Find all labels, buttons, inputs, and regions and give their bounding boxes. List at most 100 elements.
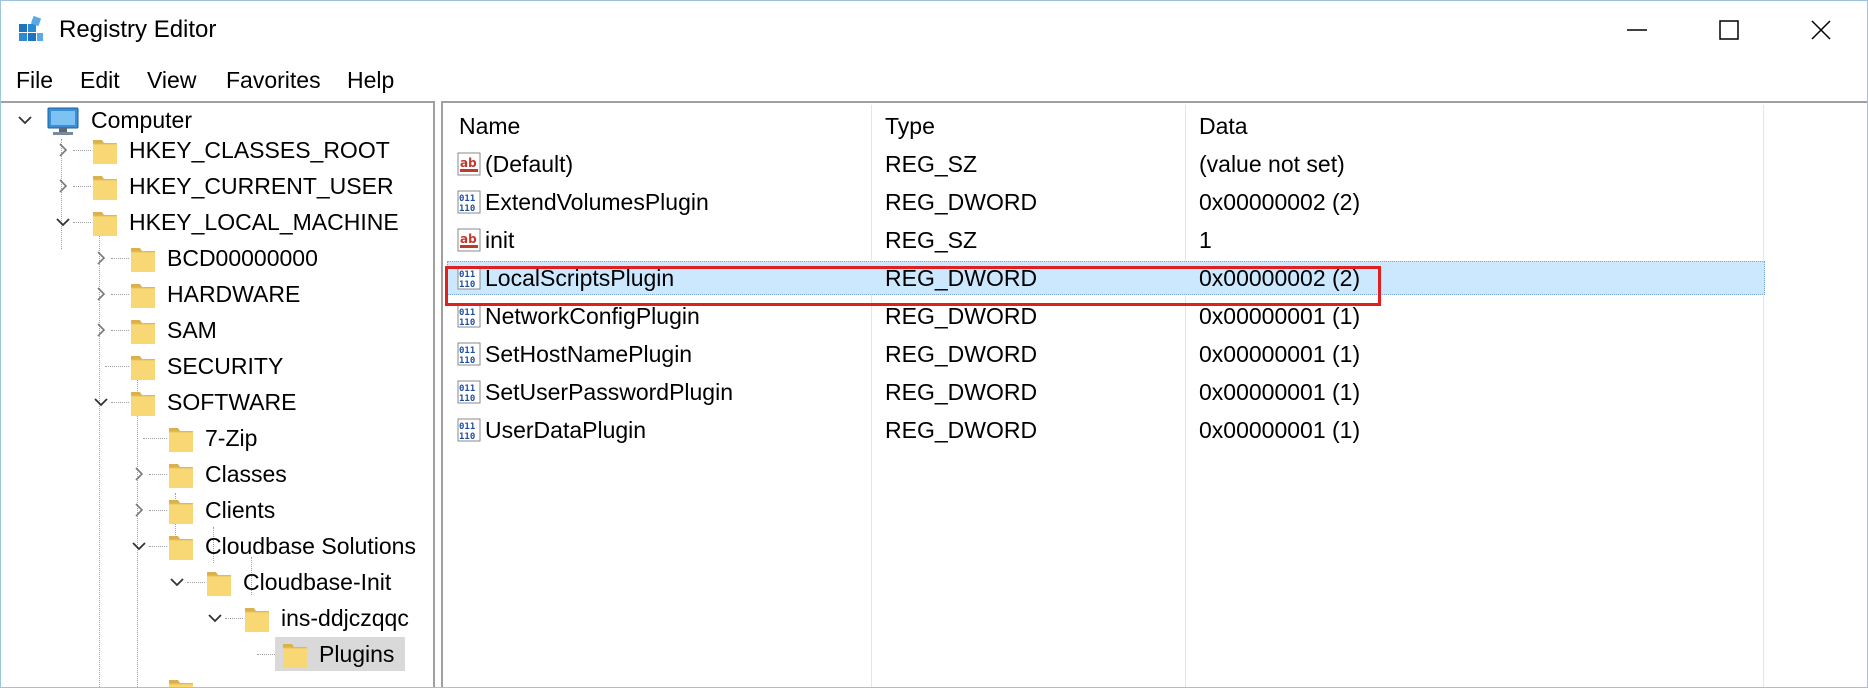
binary-value-icon	[457, 190, 481, 214]
menu-view[interactable]: View	[144, 65, 199, 95]
close-icon	[1811, 20, 1831, 40]
value-name: SetHostNamePlugin	[485, 341, 693, 367]
tree-node-cloudbase-solutions[interactable]: Cloudbase Solutions	[1, 529, 433, 563]
column-header-type[interactable]: Type	[885, 109, 935, 143]
menu-favorites[interactable]: Favorites	[223, 65, 324, 95]
tree-label: SOFTWARE	[167, 389, 297, 415]
tree-line	[187, 582, 205, 583]
tree-node-hkey-local-machine[interactable]: HKEY_LOCAL_MACHINE	[1, 205, 433, 239]
list-row[interactable]: SetUserPasswordPlugin REG_DWORD 0x000000…	[447, 375, 1765, 409]
binary-value-icon	[457, 342, 481, 366]
value-name: LocalScriptsPlugin	[485, 265, 675, 291]
tree-label: SECURITY	[167, 353, 284, 379]
tree-line	[111, 294, 129, 295]
column-header-name[interactable]: Name	[459, 109, 520, 143]
chevron-down-icon[interactable]	[131, 538, 147, 554]
tree-node-hkey-current-user[interactable]: HKEY_CURRENT_USER	[1, 169, 433, 203]
folder-icon	[205, 568, 233, 598]
folder-icon	[167, 424, 195, 454]
list-row-selected[interactable]: LocalScriptsPlugin REG_DWORD 0x00000002 …	[447, 261, 1765, 295]
tree-node-cloudbase-init[interactable]: Cloudbase-Init	[1, 565, 433, 599]
chevron-right-icon[interactable]	[93, 286, 109, 302]
chevron-down-icon[interactable]	[55, 214, 71, 230]
list-row[interactable]: UserDataPlugin REG_DWORD 0x00000001 (1)	[447, 413, 1765, 447]
list-row[interactable]: (Default) REG_SZ (value not set)	[447, 147, 1765, 181]
value-data: 0x00000001 (1)	[1199, 379, 1361, 405]
menu-file[interactable]: File	[13, 65, 56, 95]
value-data: (value not set)	[1199, 151, 1345, 177]
tree-node-computer[interactable]: Computer	[1, 103, 433, 137]
tree-node-hardware[interactable]: HARDWARE	[1, 277, 433, 311]
value-data: 0x00000001 (1)	[1199, 417, 1361, 443]
tree-node-bcd[interactable]: BCD00000000	[1, 241, 433, 275]
tree-label: HKEY_LOCAL_MACHINE	[129, 209, 399, 235]
values-list[interactable]: Name Type Data (Default) REG_SZ (value n…	[441, 101, 1867, 687]
value-type: REG_DWORD	[885, 189, 1038, 215]
registry-tree[interactable]: Computer HKEY_CLASSES_ROOT HKEY_CURRENT_…	[1, 101, 435, 687]
value-type: REG_SZ	[885, 151, 978, 177]
minimize-button[interactable]	[1591, 1, 1683, 59]
tree-node-ins-ddjczqqc[interactable]: ins-ddjczqqc	[1, 601, 433, 635]
tree-line	[225, 618, 243, 619]
value-data: 0x00000001 (1)	[1199, 341, 1361, 367]
tree-node-clients[interactable]: Clients	[1, 493, 433, 527]
value-type: REG_SZ	[885, 227, 978, 253]
close-button[interactable]	[1775, 1, 1867, 59]
maximize-icon	[1719, 20, 1739, 40]
tree-node-plugins[interactable]: Plugins	[1, 637, 433, 671]
menu-bar: File Edit View Favorites Help	[1, 59, 1867, 101]
registry-editor-window: Registry Editor File Edit View Favorites…	[0, 0, 1868, 688]
tree-line	[73, 186, 91, 187]
tree-node-hkey-classes-root[interactable]: HKEY_CLASSES_ROOT	[1, 133, 433, 167]
tree-line	[149, 546, 167, 547]
tree-node-software[interactable]: SOFTWARE	[1, 385, 433, 419]
folder-icon	[167, 532, 195, 562]
tree-label: Cloudbase-Init	[243, 569, 392, 595]
menu-help[interactable]: Help	[344, 65, 397, 95]
chevron-down-icon[interactable]	[207, 610, 223, 626]
folder-icon	[167, 496, 195, 526]
chevron-down-icon[interactable]	[93, 394, 109, 410]
value-name: NetworkConfigPlugin	[485, 303, 700, 329]
folder-icon	[243, 604, 271, 634]
tree-node-partial[interactable]	[1, 673, 433, 687]
computer-icon	[47, 107, 79, 135]
chevron-right-icon[interactable]	[131, 466, 147, 482]
title-bar[interactable]: Registry Editor	[1, 1, 1867, 59]
tree-label: Cloudbase Solutions	[205, 533, 416, 559]
value-type: REG_DWORD	[885, 341, 1038, 367]
chevron-right-icon[interactable]	[93, 250, 109, 266]
maximize-button[interactable]	[1683, 1, 1775, 59]
binary-value-icon	[457, 304, 481, 328]
tree-node-classes[interactable]: Classes	[1, 457, 433, 491]
folder-open-icon	[281, 640, 309, 670]
tree-label: ins-ddjczqqc	[281, 605, 409, 631]
tree-node-security[interactable]: SECURITY	[1, 349, 433, 383]
tree-label: Classes	[205, 461, 287, 487]
folder-icon	[129, 280, 157, 310]
tree-label: HKEY_CURRENT_USER	[129, 173, 394, 199]
chevron-right-icon[interactable]	[131, 502, 147, 518]
tree-line	[105, 366, 129, 367]
tree-node-7-zip[interactable]: 7-Zip	[1, 421, 433, 455]
list-row[interactable]: SetHostNamePlugin REG_DWORD 0x00000001 (…	[447, 337, 1765, 371]
chevron-down-icon[interactable]	[17, 112, 33, 128]
value-data: 0x00000002 (2)	[1199, 189, 1361, 215]
window-title: Registry Editor	[59, 16, 217, 43]
folder-icon	[91, 172, 119, 202]
tree-line	[111, 330, 129, 331]
list-row[interactable]: ExtendVolumesPlugin REG_DWORD 0x00000002…	[447, 185, 1765, 219]
tree-node-sam[interactable]: SAM	[1, 313, 433, 347]
column-header-data[interactable]: Data	[1199, 109, 1248, 143]
list-row[interactable]: init REG_SZ 1	[447, 223, 1765, 257]
menu-edit[interactable]: Edit	[77, 65, 123, 95]
string-value-icon	[457, 228, 481, 252]
folder-icon	[167, 676, 195, 687]
chevron-right-icon[interactable]	[55, 142, 71, 158]
chevron-right-icon[interactable]	[93, 322, 109, 338]
value-type: REG_DWORD	[885, 265, 1038, 291]
folder-icon	[129, 388, 157, 418]
chevron-down-icon[interactable]	[169, 574, 185, 590]
chevron-right-icon[interactable]	[55, 178, 71, 194]
list-row[interactable]: NetworkConfigPlugin REG_DWORD 0x00000001…	[447, 299, 1765, 333]
